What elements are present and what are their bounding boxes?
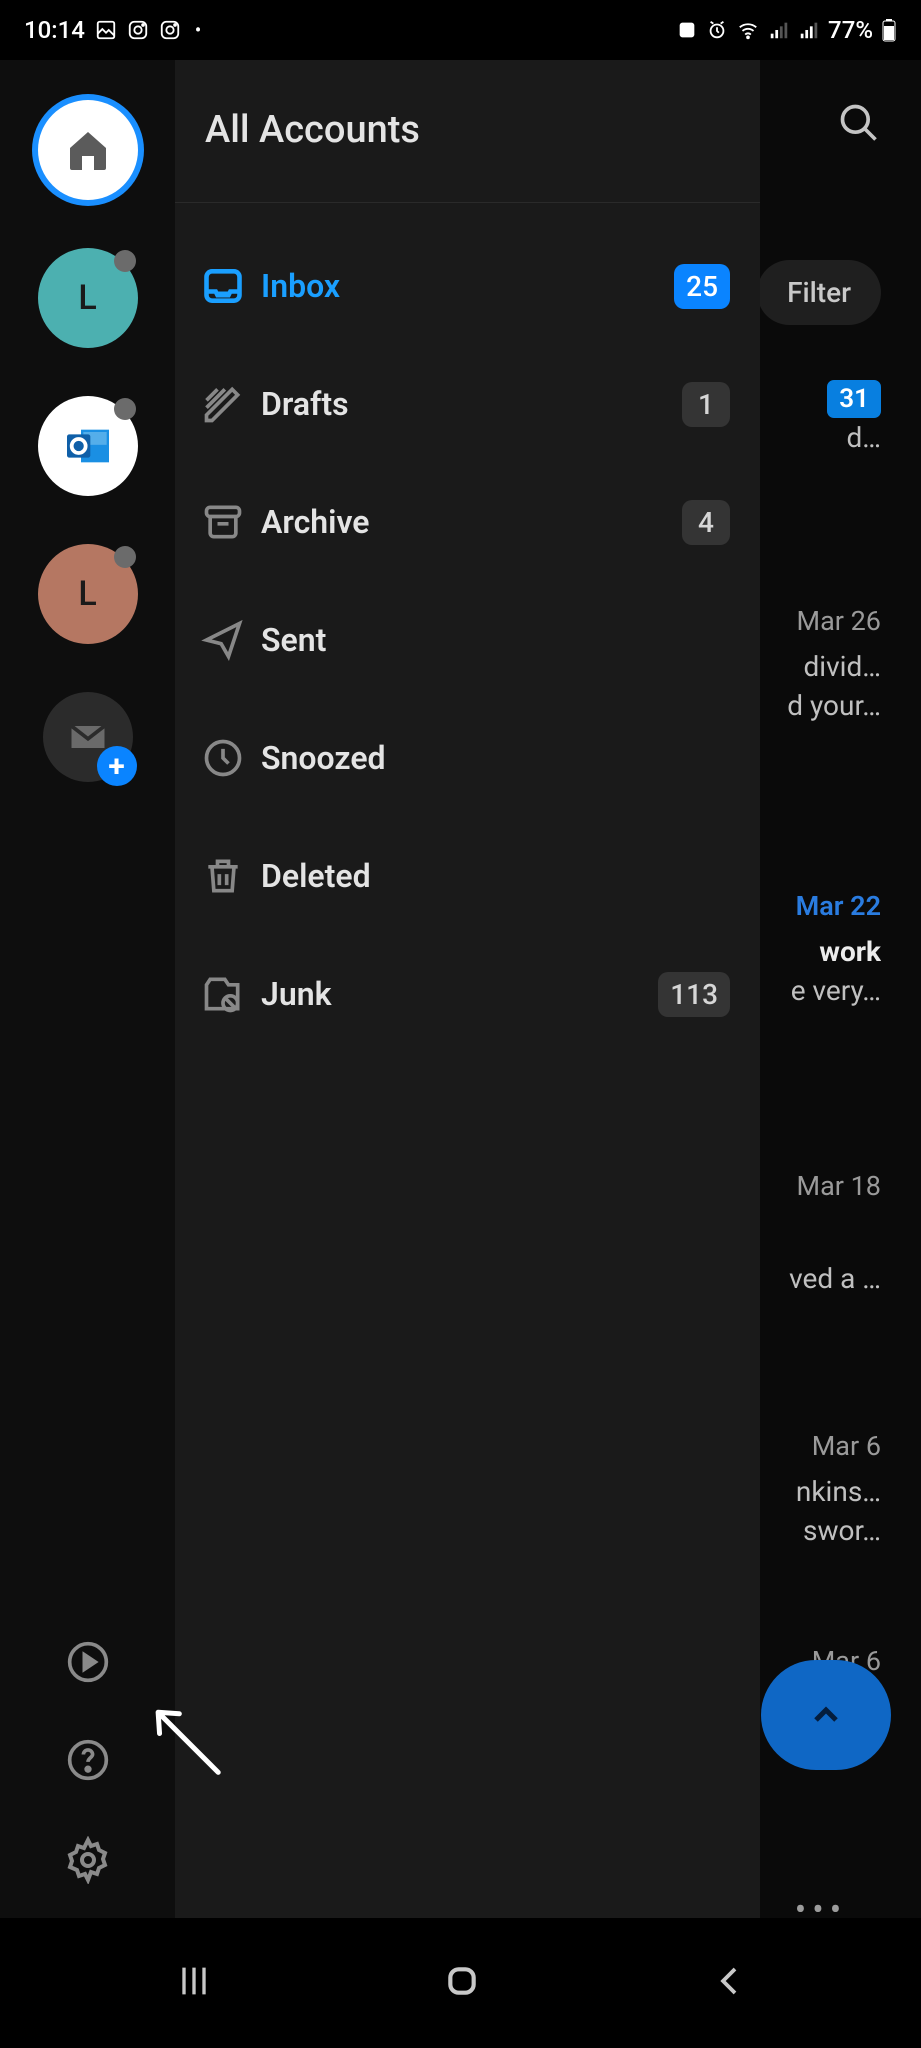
drafts-icon [185, 382, 261, 426]
folder-label: Inbox [261, 267, 674, 305]
folder-label: Snoozed [261, 739, 730, 777]
folder-label: Junk [261, 975, 658, 1013]
email-preview[interactable]: Mar 18 ved a … [789, 1170, 881, 1295]
account-2-button[interactable]: L [38, 544, 138, 644]
outlook-icon [60, 418, 116, 474]
battery-percent: 77% [828, 16, 873, 44]
help-icon [66, 1738, 110, 1782]
recents-icon [174, 1961, 214, 2001]
filter-label: Filter [787, 276, 851, 309]
folder-inbox[interactable]: Inbox 25 [175, 227, 760, 345]
folder-count: 1 [682, 382, 730, 427]
play-button[interactable] [66, 1640, 110, 1688]
folder-label: Archive [261, 503, 682, 541]
search-icon[interactable] [837, 101, 881, 149]
add-account-button[interactable]: + [43, 692, 133, 782]
home-icon [64, 126, 112, 174]
nav-recents-button[interactable] [174, 1961, 214, 2005]
status-dot-icon [114, 546, 136, 568]
folder-drafts[interactable]: Drafts 1 [175, 345, 760, 463]
compose-fab[interactable] [761, 1660, 891, 1770]
trash-icon [185, 854, 261, 898]
folder-count: 4 [682, 500, 730, 545]
folder-count: 113 [658, 972, 730, 1017]
sent-icon [185, 618, 261, 662]
email-preview[interactable]: Mar 26 divid… d your… [787, 605, 881, 722]
folder-label: Deleted [261, 857, 730, 895]
folder-junk[interactable]: Junk 113 [175, 935, 760, 1053]
email-preview[interactable]: d… [846, 415, 881, 454]
navigation-drawer: L L + [0, 60, 760, 1918]
plus-icon: + [97, 746, 137, 786]
status-dot-icon [114, 250, 136, 272]
folder-label: Drafts [261, 385, 682, 423]
folder-archive[interactable]: Archive 4 [175, 463, 760, 581]
status-dot-icon [114, 398, 136, 420]
wifi-icon [736, 19, 760, 41]
folder-count: 25 [674, 264, 730, 309]
battery-icon [881, 18, 897, 42]
instagram-icon [127, 19, 149, 41]
more-notifications-dot-icon: • [195, 20, 201, 41]
email-preview[interactable]: Mar 6 nkins… swor… [796, 1430, 881, 1547]
inbox-icon [185, 264, 261, 308]
archive-icon [185, 500, 261, 544]
drawer-title: All Accounts [175, 60, 760, 203]
signal-icon [768, 19, 790, 41]
help-button[interactable] [66, 1738, 110, 1786]
system-nav-bar [0, 1918, 921, 2048]
folder-deleted[interactable]: Deleted [175, 817, 760, 935]
app-icon [676, 19, 698, 41]
home-account-button[interactable] [38, 100, 138, 200]
filter-button[interactable]: Filter [757, 260, 881, 325]
folder-label: Sent [261, 621, 730, 659]
date-badge: 31 [827, 380, 881, 418]
chevron-up-icon [806, 1695, 846, 1735]
status-time: 10:14 [24, 16, 85, 44]
settings-button[interactable] [64, 1836, 112, 1888]
instagram-icon [159, 19, 181, 41]
alarm-icon [706, 19, 728, 41]
account-outlook-button[interactable] [38, 396, 138, 496]
play-icon [66, 1640, 110, 1684]
folder-list: Inbox 25 Drafts 1 Archive 4 [175, 203, 760, 1053]
folder-snoozed[interactable]: Snoozed [175, 699, 760, 817]
nav-home-button[interactable] [442, 1961, 482, 2005]
status-bar: 10:14 • [0, 0, 921, 60]
account-initial: L [78, 574, 96, 614]
gallery-icon [95, 19, 117, 41]
accounts-rail: L L + [0, 60, 175, 1918]
snoozed-icon [185, 736, 261, 780]
junk-icon [185, 972, 261, 1016]
gear-icon [64, 1836, 112, 1884]
home-nav-icon [442, 1961, 482, 2001]
back-icon [711, 1961, 747, 2001]
drawer-main: All Accounts Inbox 25 Drafts 1 [175, 60, 760, 1918]
folder-sent[interactable]: Sent [175, 581, 760, 699]
account-initial: L [78, 278, 96, 318]
account-1-button[interactable]: L [38, 248, 138, 348]
signal-icon [798, 19, 820, 41]
nav-back-button[interactable] [711, 1961, 747, 2005]
email-preview[interactable]: Mar 22 work e very… [791, 890, 881, 1007]
